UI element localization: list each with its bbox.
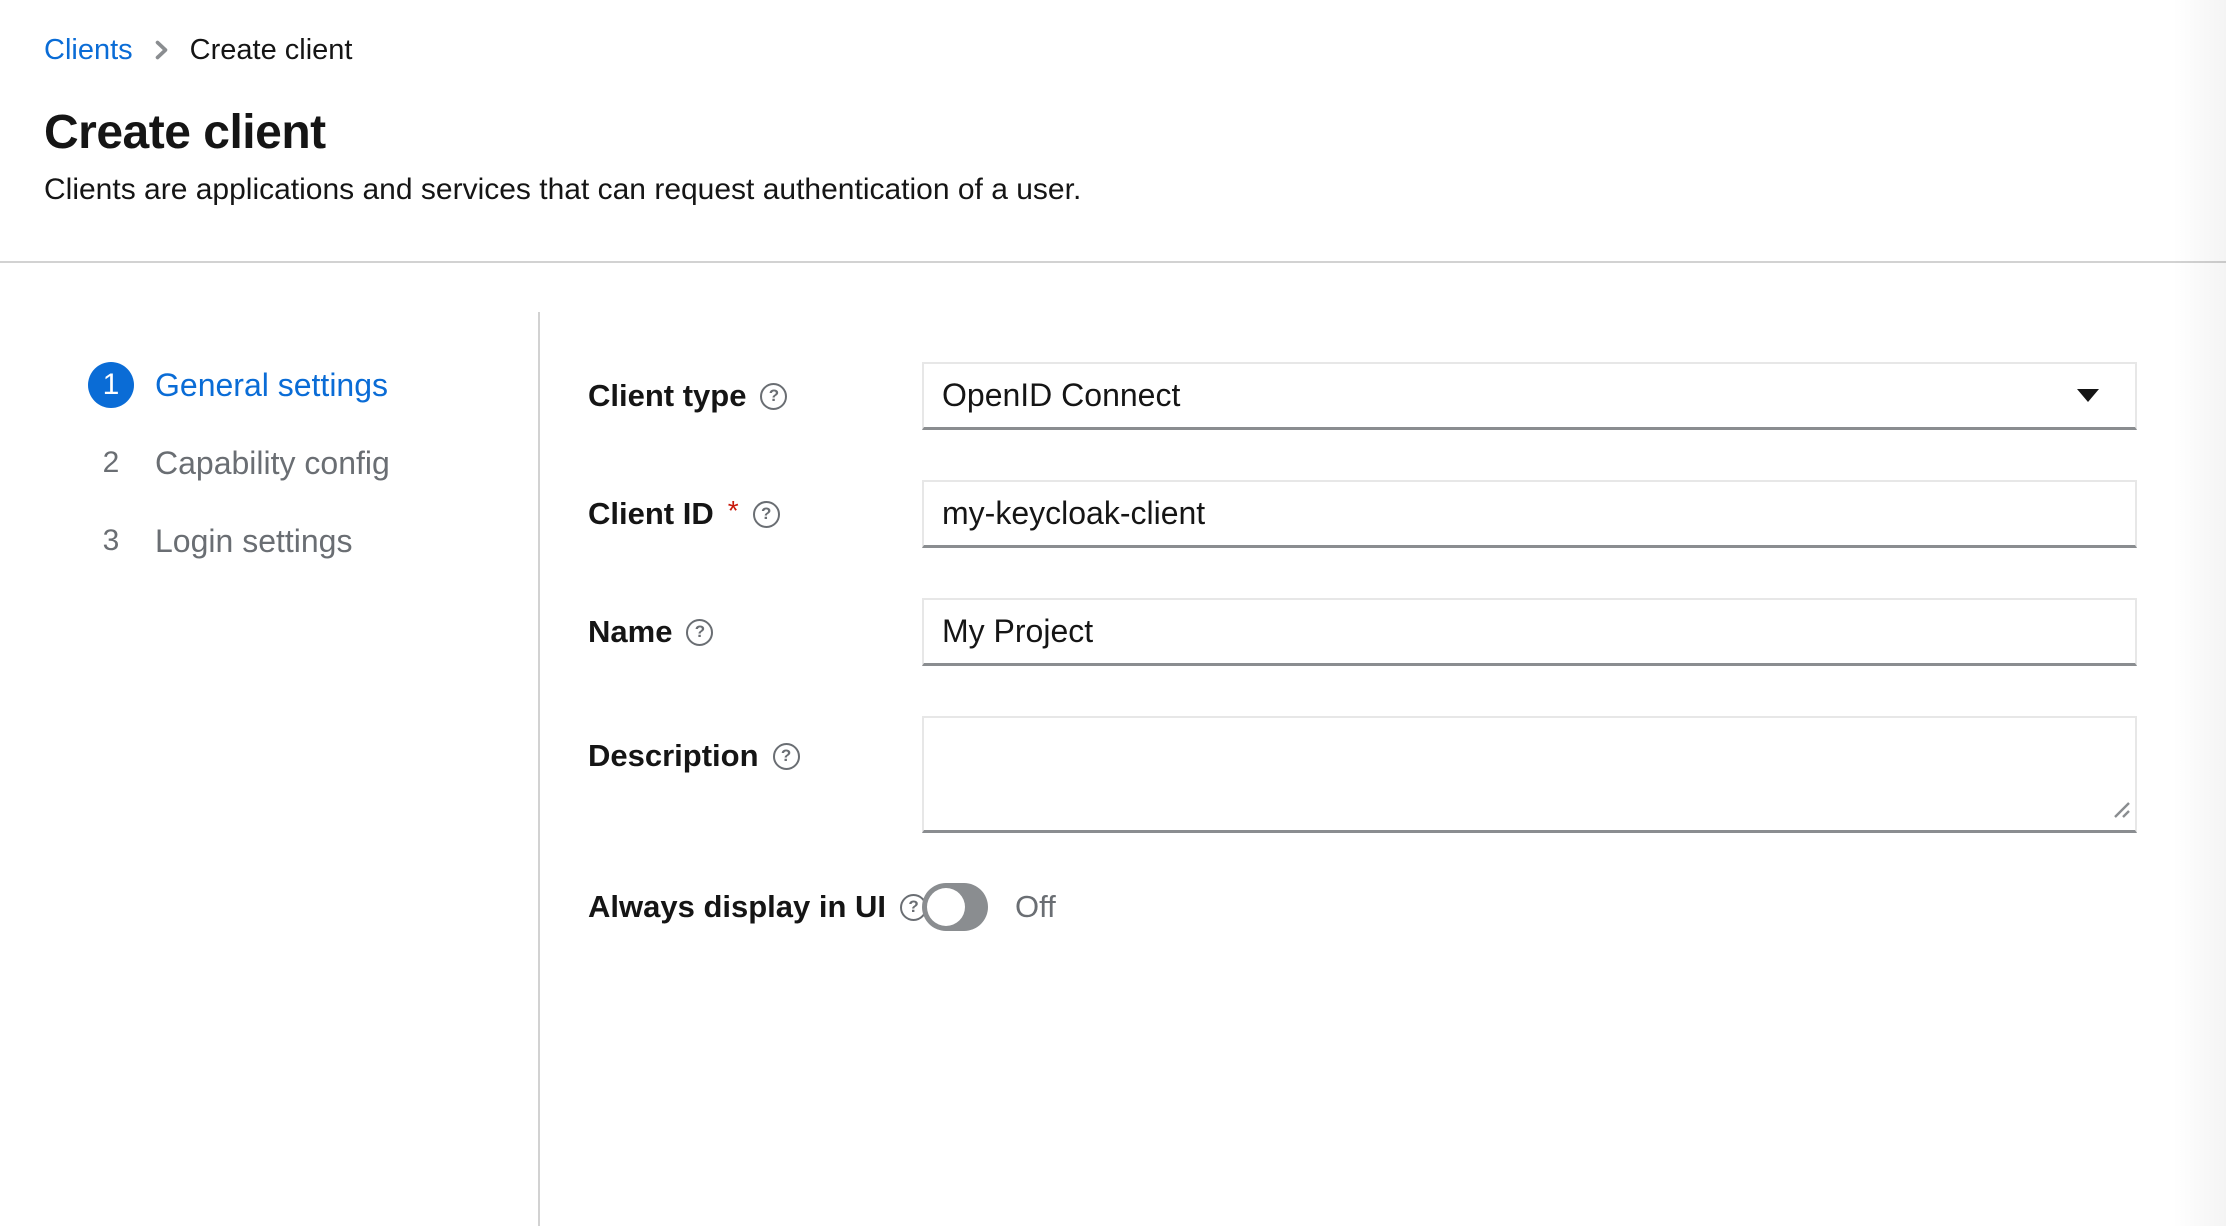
client-type-help-icon[interactable]: ? (760, 383, 787, 410)
wizard-step-number: 2 (88, 440, 134, 486)
client-type-label-cell: Client type ? (588, 378, 922, 414)
wizard-nav-divider (538, 312, 540, 1226)
name-row: Name ? (588, 598, 2137, 666)
breadcrumb: Clients Create client (44, 34, 352, 66)
page-edge-shade (2172, 0, 2226, 1226)
breadcrumb-current: Create client (190, 34, 353, 66)
page-title: Create client (44, 108, 326, 158)
breadcrumb-clients-link[interactable]: Clients (44, 34, 133, 66)
description-label: Description (588, 738, 759, 774)
client-type-selected-value: OpenID Connect (942, 377, 1180, 414)
page-subtitle: Clients are applications and services th… (44, 170, 1081, 209)
always-display-row: Always display in UI ? Off (588, 883, 2137, 931)
client-id-row: Client ID * ? (588, 480, 2137, 548)
name-label-cell: Name ? (588, 614, 922, 650)
wizard-nav: 1 General settings 2 Capability config 3… (88, 362, 390, 596)
client-id-input[interactable] (922, 480, 2137, 548)
client-id-help-icon[interactable]: ? (753, 501, 780, 528)
always-display-toggle[interactable] (922, 883, 988, 931)
client-type-select[interactable]: OpenID Connect (922, 362, 2137, 430)
always-display-label-cell: Always display in UI ? (588, 889, 922, 925)
wizard-step-login-settings[interactable]: 3 Login settings (88, 518, 390, 564)
client-id-label-cell: Client ID * ? (588, 496, 922, 532)
name-label: Name (588, 614, 672, 650)
breadcrumb-chevron-icon (153, 38, 170, 62)
caret-down-icon (2077, 389, 2099, 402)
required-asterisk: * (728, 495, 739, 527)
description-field-cell (922, 716, 2137, 833)
always-display-field-cell: Off (922, 883, 2137, 931)
wizard-step-capability-config[interactable]: 2 Capability config (88, 440, 390, 486)
client-id-field-cell (922, 480, 2137, 548)
always-display-label: Always display in UI (588, 889, 886, 925)
client-type-row: Client type ? OpenID Connect (588, 362, 2137, 430)
wizard-step-label: General settings (155, 367, 388, 404)
name-input[interactable] (922, 598, 2137, 666)
wizard-step-label: Capability config (155, 445, 390, 482)
name-field-cell (922, 598, 2137, 666)
header-divider (0, 261, 2226, 263)
description-label-cell: Description ? (588, 716, 922, 774)
always-display-switch-wrap: Off (922, 883, 2137, 931)
wizard-step-number: 3 (88, 518, 134, 564)
general-settings-form: Client type ? OpenID Connect Client ID *… (588, 362, 2137, 981)
always-display-state-label: Off (1015, 889, 1056, 925)
wizard-step-number: 1 (88, 362, 134, 408)
client-type-field-cell: OpenID Connect (922, 362, 2137, 430)
description-help-icon[interactable]: ? (773, 743, 800, 770)
wizard-step-general-settings[interactable]: 1 General settings (88, 362, 390, 408)
name-help-icon[interactable]: ? (686, 619, 713, 646)
description-textarea[interactable] (922, 716, 2137, 833)
toggle-knob (927, 888, 965, 926)
client-type-label: Client type (588, 378, 746, 414)
wizard-step-label: Login settings (155, 523, 352, 560)
description-row: Description ? (588, 716, 2137, 833)
client-id-label: Client ID (588, 496, 714, 532)
